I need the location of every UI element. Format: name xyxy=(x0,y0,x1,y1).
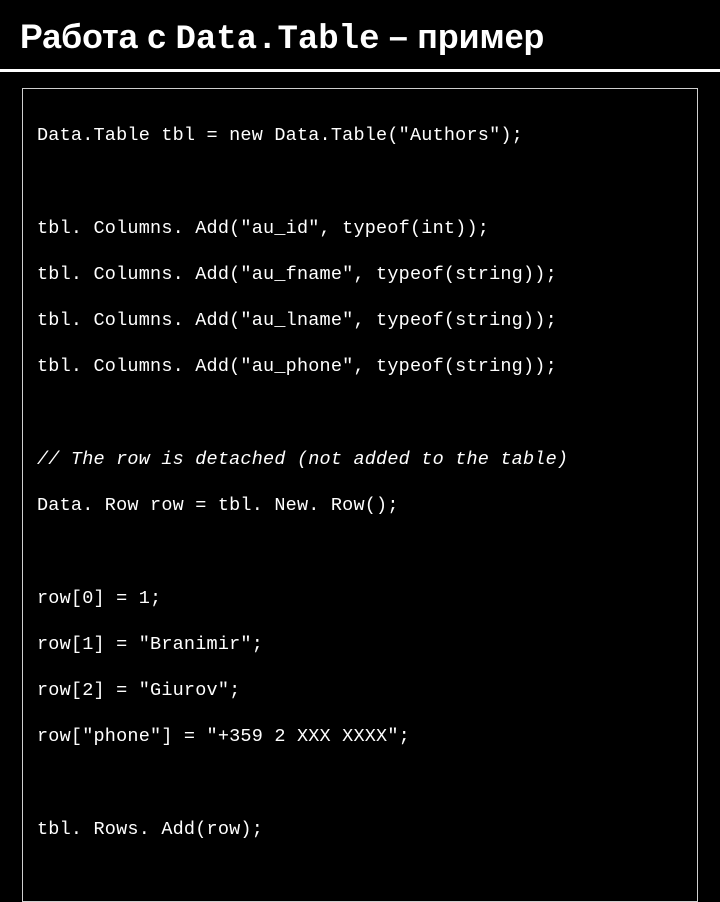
code-line: Data. Row row = tbl. New. Row(); xyxy=(37,494,683,517)
code-line: Data.Table tbl = new Data.Table("Authors… xyxy=(37,124,683,147)
code-line: tbl. Rows. Add(row); xyxy=(37,818,683,841)
code-line: row["phone"] = "+359 2 XXX XXXX"; xyxy=(37,725,683,748)
code-line: tbl. Columns. Add("au_id", typeof(int)); xyxy=(37,217,683,240)
code-blank xyxy=(37,170,683,193)
code-blank xyxy=(37,540,683,563)
code-blank xyxy=(37,402,683,425)
slide-title: Работа с Data.Table – пример xyxy=(0,0,720,65)
title-mono: Data.Table xyxy=(175,21,379,59)
title-prefix: Работа с xyxy=(20,18,175,56)
code-comment: // The row is detached (not added to the… xyxy=(37,448,683,471)
code-line: tbl. Columns. Add("au_phone", typeof(str… xyxy=(37,355,683,378)
title-rule xyxy=(0,69,720,72)
slide: Работа с Data.Table – пример Data.Table … xyxy=(0,0,720,540)
code-line: tbl. Columns. Add("au_fname", typeof(str… xyxy=(37,263,683,286)
code-blank xyxy=(37,772,683,795)
code-line: row[1] = "Branimir"; xyxy=(37,633,683,656)
code-line: row[2] = "Giurov"; xyxy=(37,679,683,702)
code-box: Data.Table tbl = new Data.Table("Authors… xyxy=(22,88,698,902)
code-line: row[0] = 1; xyxy=(37,587,683,610)
code-line: tbl. Columns. Add("au_lname", typeof(str… xyxy=(37,309,683,332)
title-suffix: – пример xyxy=(379,18,544,56)
